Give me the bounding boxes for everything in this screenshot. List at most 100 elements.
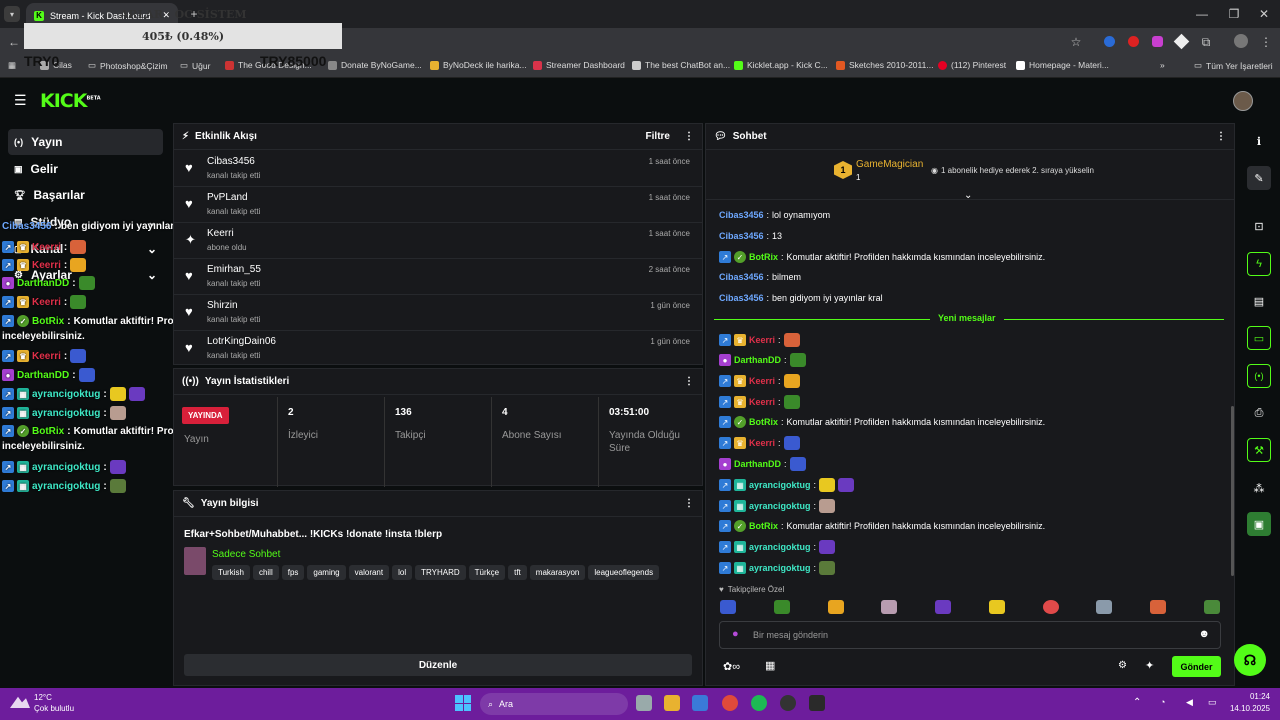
chat-username[interactable]: Cibas3456 bbox=[719, 231, 764, 241]
emote-icon[interactable] bbox=[720, 600, 736, 614]
tray-chevron-icon[interactable]: ⌃ bbox=[1133, 697, 1141, 708]
emote-icon[interactable] bbox=[827, 600, 844, 614]
emote-icon[interactable] bbox=[1042, 600, 1059, 614]
bookmark-item[interactable]: Homepage - Materi... bbox=[1016, 60, 1109, 70]
emoji-icon[interactable]: ☻ bbox=[1198, 628, 1210, 640]
emote-icon[interactable] bbox=[1203, 600, 1220, 614]
tab-search-icon[interactable]: ▾ bbox=[4, 6, 20, 22]
bookmark-folder[interactable]: ▭ Uğur bbox=[180, 60, 210, 71]
document-icon[interactable]: ▤ bbox=[1247, 289, 1271, 313]
chat-username[interactable]: Keerri bbox=[749, 438, 775, 448]
more-options-icon[interactable]: ⋮ bbox=[684, 376, 694, 387]
chat-users-icon[interactable]: ✦ bbox=[1145, 659, 1154, 672]
more-options-icon[interactable]: ⋮ bbox=[684, 131, 694, 142]
task-view-icon[interactable] bbox=[636, 695, 652, 711]
extension-icon[interactable] bbox=[1128, 36, 1139, 47]
info-icon[interactable]: ℹ bbox=[1247, 129, 1271, 153]
chat-username[interactable]: ayrancigoktug bbox=[749, 480, 811, 490]
windows-start-icon[interactable] bbox=[455, 695, 471, 711]
emote-icon[interactable] bbox=[935, 600, 952, 614]
emote-icon[interactable] bbox=[881, 600, 898, 614]
bookmark-folder[interactable]: ▭ Photoshop&Çizim bbox=[88, 60, 168, 71]
activity-user[interactable]: LotrKingDain06 bbox=[207, 336, 276, 347]
activity-user[interactable]: Keerri bbox=[207, 228, 234, 239]
broadcast-icon[interactable]: (•) bbox=[1247, 364, 1271, 388]
extension-icon[interactable] bbox=[1173, 33, 1190, 50]
maximize-icon[interactable]: ❐ bbox=[1226, 6, 1242, 22]
wrench-icon[interactable]: ⚒ bbox=[1247, 438, 1271, 462]
edit-button[interactable]: Düzenle bbox=[184, 654, 692, 676]
extension-icon[interactable] bbox=[1152, 36, 1163, 47]
lightning-icon[interactable]: ϟ bbox=[1247, 252, 1271, 276]
store-icon[interactable] bbox=[692, 695, 708, 711]
screenshot-icon[interactable]: ⊡ bbox=[1247, 214, 1271, 238]
volume-icon[interactable]: ◀ bbox=[1186, 697, 1193, 708]
chat-username[interactable]: Keerri bbox=[749, 376, 775, 386]
chat-username[interactable]: Cibas3456 bbox=[719, 210, 764, 220]
activity-user[interactable]: Shirzin bbox=[207, 300, 238, 311]
sidebar-item-basarilar[interactable]: 🏆︎ Başarılar bbox=[8, 182, 163, 208]
chat-username[interactable]: ayrancigoktug bbox=[749, 501, 811, 511]
chat-username[interactable]: Cibas3456 bbox=[719, 272, 764, 282]
bookmark-star-icon[interactable]: ☆ bbox=[1068, 34, 1084, 50]
collapse-chevron-icon[interactable]: ⌄ bbox=[964, 190, 972, 201]
chat-username[interactable]: DarthanDD bbox=[734, 459, 781, 469]
send-button[interactable]: Gönder bbox=[1172, 656, 1221, 677]
support-headset-icon[interactable]: ☊ bbox=[1234, 644, 1266, 676]
profile-avatar[interactable] bbox=[1234, 34, 1248, 48]
bookmark-item[interactable]: (112) Pinterest bbox=[938, 60, 1006, 70]
battery-icon[interactable]: ▭ bbox=[1208, 697, 1217, 708]
emote-icon[interactable] bbox=[1096, 600, 1113, 614]
leaderboard-user[interactable]: GameMagician bbox=[856, 159, 923, 170]
chat-username[interactable]: ayrancigoktug bbox=[749, 542, 811, 552]
hamburger-menu-icon[interactable]: ☰ bbox=[14, 93, 28, 108]
back-icon[interactable]: ← bbox=[6, 34, 22, 50]
game-icon[interactable]: ▣ bbox=[1247, 512, 1271, 536]
pencil-icon[interactable]: ✎ bbox=[1247, 166, 1271, 190]
bookmark-item[interactable]: Kicklet.app - Kick C... bbox=[734, 60, 828, 70]
points-icon[interactable]: ✿∞ bbox=[723, 660, 740, 673]
minimize-icon[interactable]: — bbox=[1194, 6, 1210, 22]
emote-icon[interactable] bbox=[1150, 600, 1167, 614]
store-icon[interactable]: ▦ bbox=[765, 659, 775, 672]
bookmark-item[interactable]: The best ChatBot an... bbox=[632, 60, 730, 70]
chat-bubble-icon[interactable]: ▭ bbox=[1247, 326, 1271, 350]
users-icon[interactable]: ⁂ bbox=[1247, 476, 1271, 500]
menu-kebab-icon[interactable]: ⋮ bbox=[1258, 34, 1274, 50]
activity-user[interactable]: Cibas3456 bbox=[207, 156, 255, 167]
file-explorer-icon[interactable] bbox=[664, 695, 680, 711]
chat-username[interactable]: BotRix bbox=[749, 252, 778, 262]
sidebar-item-gelir[interactable]: ▣ Gelir bbox=[8, 156, 163, 182]
printer-icon[interactable]: ⎙ bbox=[1247, 401, 1271, 425]
bookmark-folder[interactable]: ▭ Tüm Yer İşaretleri bbox=[1194, 60, 1273, 71]
chrome-icon[interactable] bbox=[722, 695, 738, 711]
bookmark-item[interactable]: Streamer Dashboard bbox=[533, 60, 625, 70]
bookmark-item[interactable]: Donate ByNoGame... bbox=[328, 60, 422, 70]
chat-scrollbar[interactable] bbox=[1231, 406, 1234, 576]
activity-user[interactable]: PvPLand bbox=[207, 192, 248, 203]
chat-username[interactable]: DarthanDD bbox=[734, 355, 781, 365]
more-options-icon[interactable]: ⋮ bbox=[684, 498, 694, 509]
user-avatar[interactable] bbox=[1233, 91, 1253, 111]
chat-username[interactable]: BotRix bbox=[749, 417, 778, 427]
sidebar-item-yayin[interactable]: (•) Yayın bbox=[8, 129, 163, 155]
kick-logo[interactable]: KICKBETA bbox=[40, 90, 101, 112]
bookmarks-overflow-icon[interactable]: » bbox=[1160, 60, 1165, 70]
chat-username[interactable]: BotRix bbox=[749, 521, 778, 531]
chat-username[interactable]: Cibas3456 bbox=[719, 293, 764, 303]
taskbar-search[interactable]: ⌕ Ara bbox=[480, 693, 628, 715]
stream-category[interactable]: Sadece Sohbet bbox=[212, 549, 280, 560]
chat-input[interactable]: ● Bir mesaj gönderin ☻ bbox=[719, 621, 1221, 649]
more-options-icon[interactable]: ⋮ bbox=[1216, 131, 1226, 142]
obs-icon[interactable] bbox=[780, 695, 796, 711]
extensions-puzzle-icon[interactable]: ⧉ bbox=[1198, 34, 1214, 50]
spotify-icon[interactable] bbox=[751, 695, 767, 711]
filter-button[interactable]: Filtre bbox=[646, 131, 670, 142]
app-icon[interactable] bbox=[809, 695, 825, 711]
bookmark-item[interactable]: ByNoDeck ile harika... bbox=[430, 60, 527, 70]
chat-username[interactable]: Keerri bbox=[749, 335, 775, 345]
chat-username[interactable]: ayrancigoktug bbox=[749, 563, 811, 573]
apps-grid-icon[interactable]: ▦ bbox=[8, 60, 16, 71]
clock-date[interactable]: 14.10.2025 bbox=[1220, 704, 1270, 713]
chat-username[interactable]: Keerri bbox=[749, 397, 775, 407]
